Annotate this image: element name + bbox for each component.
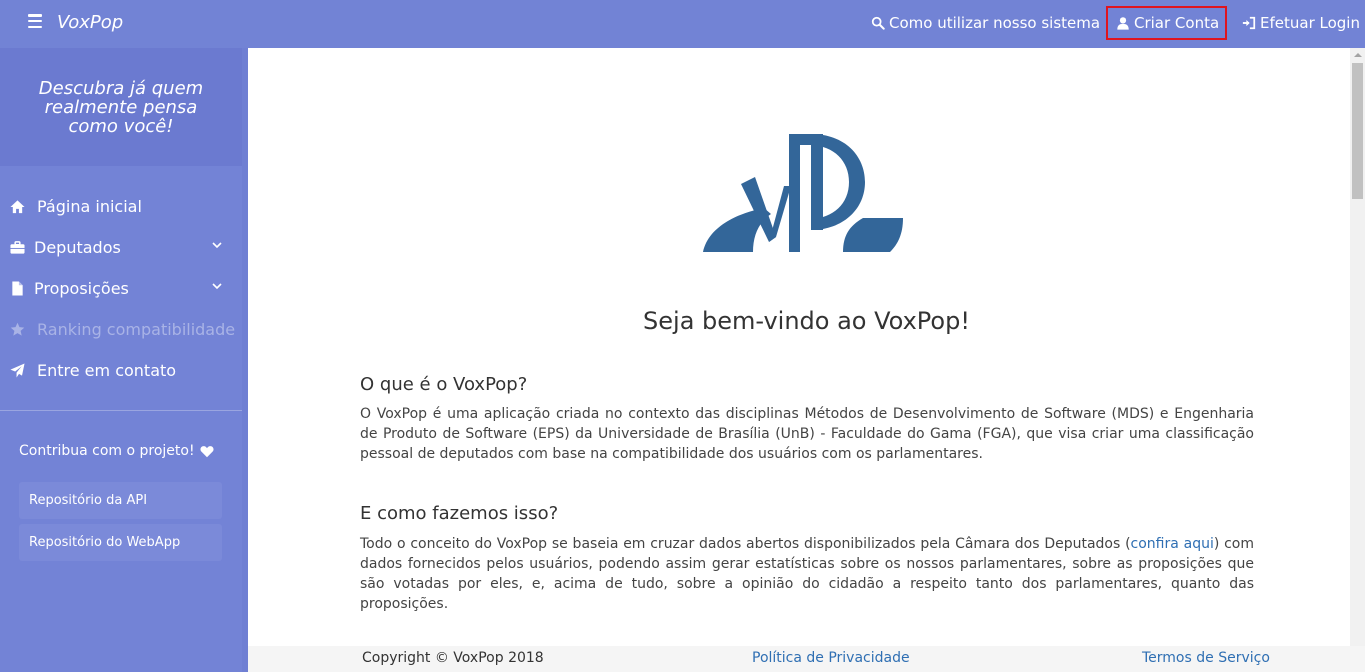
scrollbar[interactable] <box>1350 48 1365 646</box>
sidebar-item-label: Deputados <box>34 238 121 257</box>
search-icon <box>871 16 885 30</box>
section-what-text: O VoxPop é uma aplicação criada no conte… <box>360 406 1254 462</box>
login-link[interactable]: Efetuar Login <box>1242 14 1360 32</box>
send-icon <box>9 363 25 379</box>
home-icon <box>9 199 25 215</box>
sidebar-item-ranking: Ranking compatibilidade <box>0 309 242 350</box>
section-how-text-start: Todo o conceito do VoxPop se baseia em c… <box>360 536 1131 552</box>
sign-in-icon <box>1242 16 1256 30</box>
user-icon <box>1117 17 1129 30</box>
copyright-text: Copyright © VoxPop 2018 <box>362 650 544 666</box>
sidebar-item-contact[interactable]: Entre em contato <box>0 350 242 391</box>
sidebar-item-proposicoes[interactable]: Proposições <box>0 268 242 309</box>
menu-toggle-icon[interactable] <box>28 14 42 28</box>
contribute-label: Contribua com o projeto! <box>19 443 195 459</box>
section-how-title: E como fazemos isso? <box>360 503 559 524</box>
document-icon <box>9 281 25 297</box>
scroll-thumb[interactable] <box>1352 63 1363 199</box>
sidebar-item-label: Ranking compatibilidade <box>37 320 236 339</box>
heart-icon <box>200 445 214 457</box>
top-navbar: VoxPop Como utilizar nosso sistema Criar… <box>0 0 1365 48</box>
contribute-heading: Contribua com o projeto! <box>19 443 214 459</box>
sidebar-item-label: Proposições <box>34 279 129 298</box>
how-to-use-link[interactable]: Como utilizar nosso sistema <box>871 14 1100 32</box>
sidebar-menu: Página inicial Deputados Proposições Ran… <box>0 186 242 391</box>
sidebar-item-deputados[interactable]: Deputados <box>0 227 242 268</box>
briefcase-icon <box>9 240 25 256</box>
webapp-repository-button[interactable]: Repositório do WebApp <box>19 524 222 561</box>
api-repository-button[interactable]: Repositório da API <box>19 482 222 519</box>
section-how-text: Todo o conceito do VoxPop se baseia em c… <box>360 534 1254 614</box>
sidebar-item-label: Entre em contato <box>37 361 177 380</box>
section-what-title: O que é o VoxPop? <box>360 374 528 395</box>
main-content: Seja bem-vindo ao VoxPop! O que é o VoxP… <box>248 48 1350 646</box>
sidebar: Descubra já quem realmente pensa como vo… <box>0 48 242 672</box>
sidebar-divider <box>0 410 242 411</box>
sidebar-item-label: Página inicial <box>37 197 142 216</box>
chevron-down-icon[interactable] <box>211 239 223 251</box>
tagline-box: Descubra já quem realmente pensa como vo… <box>0 48 242 166</box>
login-label: Efetuar Login <box>1260 14 1360 32</box>
star-icon <box>9 322 25 338</box>
create-account-link[interactable]: Criar Conta <box>1106 6 1228 40</box>
sidebar-item-home[interactable]: Página inicial <box>0 186 242 227</box>
camara-data-link[interactable]: confira aqui <box>1131 536 1214 552</box>
how-to-use-label: Como utilizar nosso sistema <box>889 14 1101 32</box>
privacy-policy-link[interactable]: Política de Privacidade <box>752 650 910 666</box>
voxpop-logo <box>703 134 903 252</box>
scroll-up-arrow-icon[interactable] <box>1354 53 1362 57</box>
brand-name[interactable]: VoxPop <box>57 12 123 33</box>
tagline: Descubra já quem realmente pensa como vo… <box>38 77 204 137</box>
terms-of-service-link[interactable]: Termos de Serviço <box>1142 650 1270 666</box>
create-account-label: Criar Conta <box>1134 14 1220 32</box>
chevron-down-icon[interactable] <box>211 280 223 292</box>
welcome-heading: Seja bem-vindo ao VoxPop! <box>643 307 970 335</box>
footer: Copyright © VoxPop 2018 Política de Priv… <box>248 646 1365 672</box>
